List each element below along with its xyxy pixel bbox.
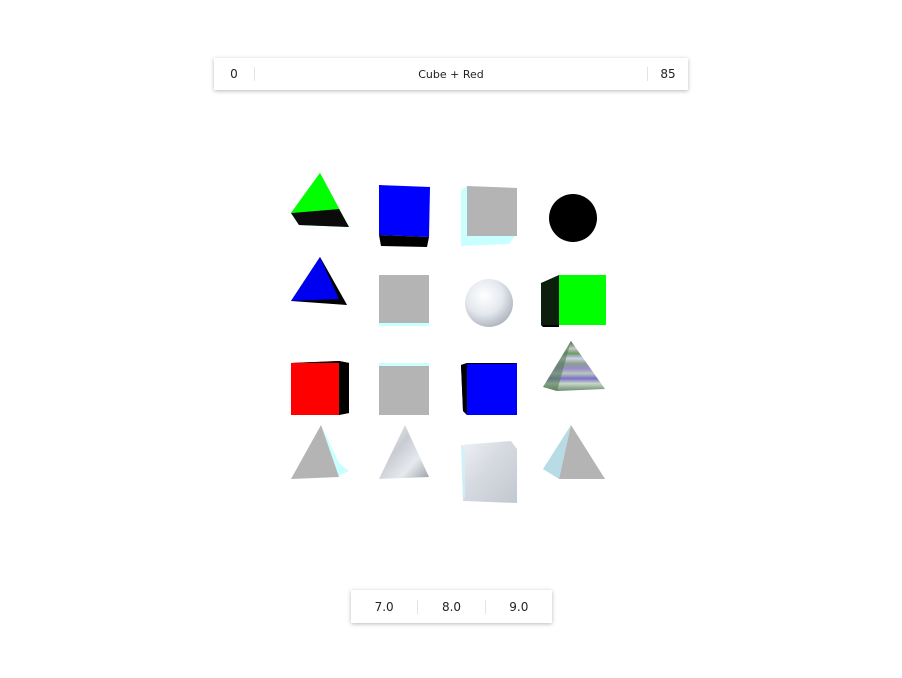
grid-cell-3[interactable] — [455, 182, 525, 256]
cube-shape — [541, 275, 606, 327]
sphere-shape — [549, 194, 597, 242]
grid-cell-4[interactable] — [539, 183, 609, 257]
grid-cell-9[interactable] — [287, 355, 357, 429]
pyramid-shape — [291, 257, 347, 305]
left-counter: 0 — [214, 67, 255, 81]
cube-shape — [379, 185, 430, 247]
cube-shape — [379, 275, 429, 326]
option-1-button[interactable]: 7.0 — [351, 600, 417, 614]
grid-cell-2[interactable] — [371, 183, 441, 257]
grid-cell-13[interactable] — [287, 423, 357, 497]
grid-cell-8[interactable] — [539, 269, 609, 343]
cube-shape — [461, 441, 517, 503]
cube-shape — [461, 186, 517, 246]
pyramid-shape — [291, 425, 349, 479]
grid-cell-14[interactable] — [371, 423, 441, 497]
grid-cell-16[interactable] — [539, 423, 609, 497]
grid-cell-15[interactable] — [455, 437, 525, 511]
pyramid-shape — [291, 173, 349, 227]
option-3-button[interactable]: 9.0 — [484, 599, 552, 614]
cube-shape — [379, 363, 429, 415]
target-prompt: Cube + Red — [418, 67, 484, 81]
pyramid-shape — [379, 425, 429, 479]
pyramid-shape — [543, 341, 605, 391]
answer-options-bar: 7.0 8.0 9.0 — [351, 590, 552, 623]
grid-cell-5[interactable] — [287, 253, 357, 327]
cube-shape — [461, 363, 517, 415]
sphere-shape — [465, 279, 513, 327]
grid-cell-11[interactable] — [455, 355, 525, 429]
pyramid-shape — [543, 425, 605, 479]
grid-cell-1[interactable] — [287, 169, 357, 243]
grid-cell-10[interactable] — [371, 355, 441, 429]
right-counter: 85 — [647, 67, 688, 81]
option-2-button[interactable]: 8.0 — [417, 599, 484, 614]
grid-cell-7[interactable] — [455, 269, 525, 343]
top-status-bar: 0 Cube + Red 85 — [214, 58, 688, 90]
grid-cell-12[interactable] — [539, 337, 609, 411]
cube-shape — [291, 361, 349, 415]
grid-cell-6[interactable] — [371, 269, 441, 343]
shape-grid — [283, 165, 613, 510]
